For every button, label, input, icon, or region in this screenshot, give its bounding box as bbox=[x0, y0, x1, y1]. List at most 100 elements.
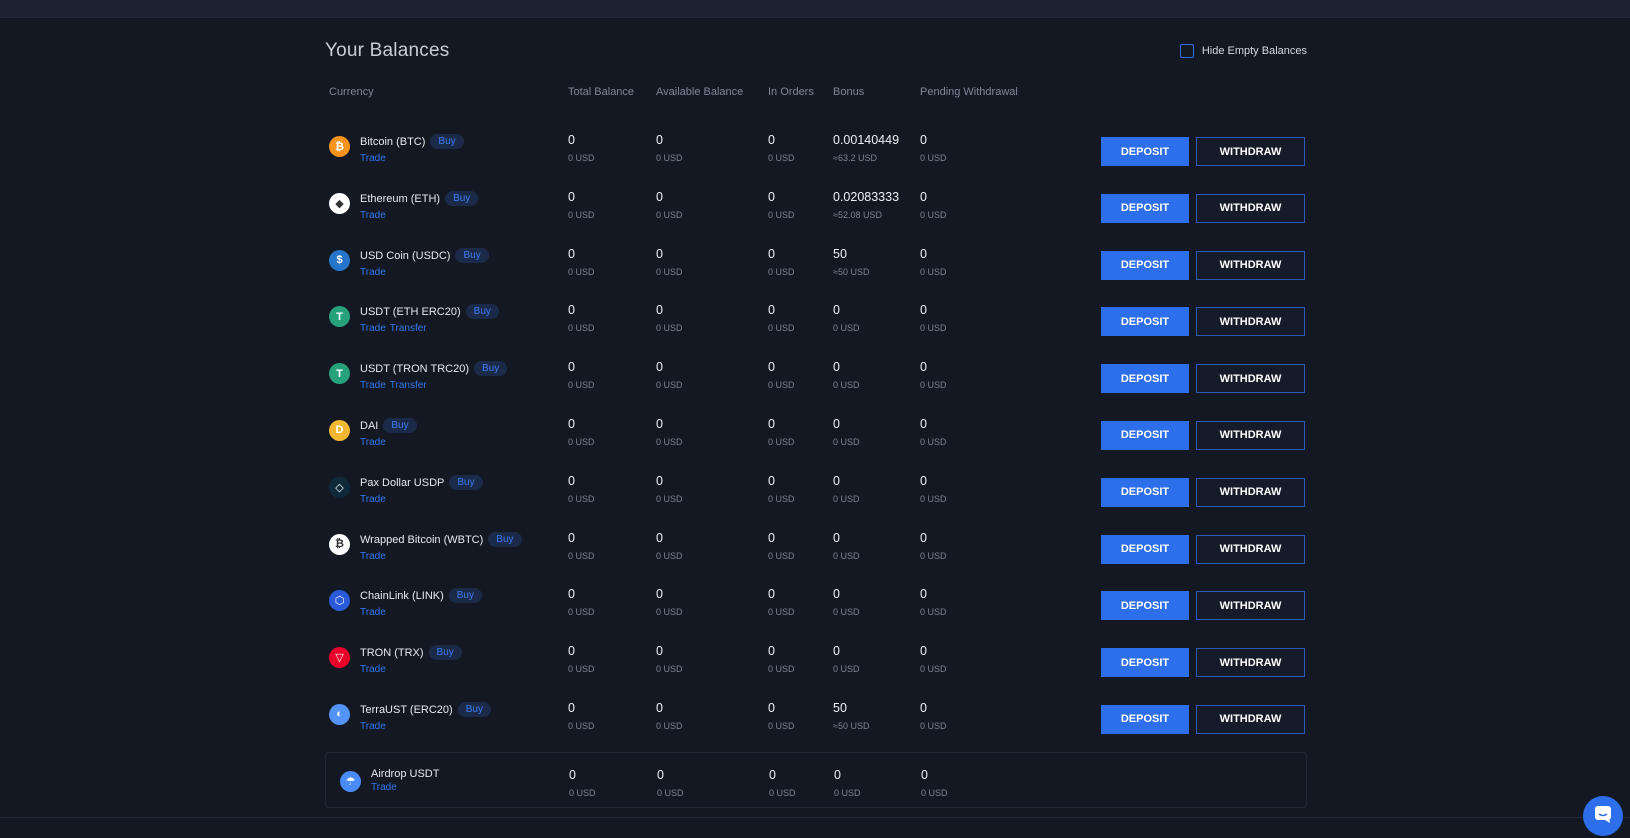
deposit-button[interactable]: DEPOSIT bbox=[1101, 477, 1189, 507]
buy-badge[interactable]: Buy bbox=[455, 247, 489, 263]
buy-badge[interactable]: Buy bbox=[448, 588, 482, 604]
available-value: 0 bbox=[656, 644, 663, 659]
dai-icon: D bbox=[329, 419, 350, 441]
orders-value: 0 bbox=[768, 360, 775, 375]
buy-badge[interactable]: Buy bbox=[465, 304, 499, 320]
available-usd-value: 0 USD bbox=[656, 664, 683, 675]
orders-usd-value: 0 USD bbox=[768, 209, 795, 220]
buy-badge[interactable]: Buy bbox=[445, 190, 479, 206]
header-available-balance: Available Balance bbox=[656, 86, 744, 98]
header-total-balance: Total Balance bbox=[568, 86, 635, 98]
pending-usd-value: 0 USD bbox=[920, 720, 947, 731]
currency-name: ChainLink (LINK) Buy bbox=[360, 588, 482, 604]
buy-badge[interactable]: Buy bbox=[449, 474, 483, 490]
total-usd-value: 0 USD bbox=[568, 720, 595, 731]
link-trade[interactable]: Trade bbox=[360, 153, 386, 164]
deposit-button[interactable]: DEPOSIT bbox=[1101, 307, 1189, 337]
bonus-usd-value: 0 USD bbox=[833, 380, 860, 391]
available-value: 0 bbox=[656, 360, 663, 375]
buy-badge[interactable]: Buy bbox=[428, 645, 462, 661]
currency-name: Ethereum (ETH) Buy bbox=[360, 190, 479, 206]
deposit-button[interactable]: DEPOSIT bbox=[1101, 648, 1189, 678]
table-header: Currency Total Balance Available Balance… bbox=[325, 86, 1307, 106]
deposit-button[interactable]: DEPOSIT bbox=[1101, 420, 1189, 450]
withdraw-button[interactable]: WITHDRAW bbox=[1196, 307, 1305, 337]
buy-badge[interactable]: Buy bbox=[457, 701, 491, 717]
available-value: 0 bbox=[657, 767, 664, 782]
available-usd-value: 0 USD bbox=[656, 266, 683, 277]
withdraw-button[interactable]: WITHDRAW bbox=[1196, 704, 1305, 734]
link-transfer[interactable]: Transfer bbox=[390, 323, 427, 334]
total-usd-value: 0 USD bbox=[568, 266, 595, 277]
buy-badge[interactable]: Buy bbox=[488, 531, 522, 547]
chat-button[interactable] bbox=[1583, 796, 1623, 836]
orders-value: 0 bbox=[769, 767, 776, 782]
total-usd-value: 0 USD bbox=[568, 493, 595, 504]
buy-badge[interactable]: Buy bbox=[430, 134, 464, 149]
currency-name: USDT (ETH ERC20) Buy bbox=[360, 304, 499, 320]
total-value: 0 bbox=[569, 767, 576, 782]
available-value: 0 bbox=[656, 303, 663, 318]
withdraw-button[interactable]: WITHDRAW bbox=[1196, 250, 1305, 280]
hide-empty-checkbox[interactable] bbox=[1179, 44, 1194, 58]
deposit-button[interactable]: DEPOSIT bbox=[1101, 704, 1189, 734]
withdraw-button[interactable]: WITHDRAW bbox=[1196, 137, 1305, 166]
header-currency: Currency bbox=[329, 86, 374, 98]
link-trade[interactable]: Trade bbox=[360, 607, 386, 618]
pending-usd-value: 0 USD bbox=[920, 664, 947, 675]
link-trade[interactable]: Trade bbox=[360, 721, 386, 732]
orders-usd-value: 0 USD bbox=[768, 266, 795, 277]
table-row: ☂ Airdrop USDT Trade 0 0 USD 0 0 USD 0 0 USD 0 0 U… bbox=[325, 751, 1307, 808]
withdraw-button[interactable]: WITHDRAW bbox=[1196, 364, 1305, 394]
link-trade[interactable]: Trade bbox=[360, 267, 386, 278]
buy-badge[interactable]: Buy bbox=[383, 417, 417, 433]
header-bonus: Bonus bbox=[833, 86, 865, 98]
pending-value: 0 bbox=[921, 767, 928, 782]
currency-name: DAI Buy bbox=[360, 417, 417, 433]
bonus-value: 0 bbox=[833, 473, 840, 488]
orders-value: 0 bbox=[768, 473, 775, 488]
link-trade[interactable]: Trade bbox=[360, 323, 386, 334]
deposit-button[interactable]: DEPOSIT bbox=[1101, 250, 1189, 280]
link-trade[interactable]: Trade bbox=[371, 782, 397, 793]
total-usd-value: 0 USD bbox=[568, 664, 595, 675]
link-trade[interactable]: Trade bbox=[360, 664, 386, 675]
link-trade[interactable]: Trade bbox=[360, 437, 386, 448]
orders-usd-value: 0 USD bbox=[768, 607, 795, 618]
deposit-button[interactable]: DEPOSIT bbox=[1101, 137, 1189, 166]
withdraw-button[interactable]: WITHDRAW bbox=[1196, 591, 1305, 621]
withdraw-button[interactable]: WITHDRAW bbox=[1196, 648, 1305, 678]
deposit-button[interactable]: DEPOSIT bbox=[1101, 364, 1189, 394]
link-trade[interactable]: Trade bbox=[360, 210, 386, 221]
deposit-button[interactable]: DEPOSIT bbox=[1101, 591, 1189, 621]
bonus-usd-value: ≈50 USD bbox=[833, 720, 870, 731]
bonus-value: 0 bbox=[833, 360, 840, 375]
withdraw-button[interactable]: WITHDRAW bbox=[1196, 420, 1305, 450]
total-value: 0 bbox=[568, 644, 575, 659]
deposit-button[interactable]: DEPOSIT bbox=[1101, 534, 1189, 564]
ethereum-icon: ◆ bbox=[329, 192, 350, 214]
table-row: ₿ Wrapped Bitcoin (WBTC) Buy Trade 0 0 USD 0 0 … bbox=[325, 524, 1307, 581]
currency-name: TRON (TRX) Buy bbox=[360, 645, 462, 661]
pending-usd-value: 0 USD bbox=[920, 153, 947, 163]
table-row: ◐ TerraUST (ERC20) Buy Trade 0 0 USD 0 0 USD 0 0 … bbox=[325, 694, 1307, 751]
pending-value: 0 bbox=[920, 644, 927, 659]
table-row: $ USD Coin (USDC) Buy Trade 0 0 USD 0 0 USD 0 0 U… bbox=[325, 240, 1307, 297]
withdraw-button[interactable]: WITHDRAW bbox=[1196, 534, 1305, 564]
bonus-value: 0 bbox=[833, 587, 840, 602]
total-value: 0 bbox=[568, 416, 575, 431]
withdraw-button[interactable]: WITHDRAW bbox=[1196, 477, 1305, 507]
deposit-button[interactable]: DEPOSIT bbox=[1101, 193, 1189, 223]
link-trade[interactable]: Trade bbox=[360, 380, 386, 391]
link-trade[interactable]: Trade bbox=[360, 494, 386, 505]
hide-empty-toggle[interactable]: Hide Empty Balances bbox=[1179, 44, 1307, 58]
link-trade[interactable]: Trade bbox=[360, 551, 386, 562]
bonus-value: 0 bbox=[833, 644, 840, 659]
link-transfer[interactable]: Transfer bbox=[390, 380, 427, 391]
available-value: 0 bbox=[656, 189, 663, 204]
withdraw-button[interactable]: WITHDRAW bbox=[1196, 193, 1305, 223]
currency-links: Trade Transfer bbox=[360, 380, 431, 391]
buy-badge[interactable]: Buy bbox=[474, 361, 508, 377]
pending-value: 0 bbox=[920, 360, 927, 375]
table-row: ▽ TRON (TRX) Buy Trade 0 0 USD 0 0 USD 0 0 USD 0 0 … bbox=[325, 637, 1307, 694]
